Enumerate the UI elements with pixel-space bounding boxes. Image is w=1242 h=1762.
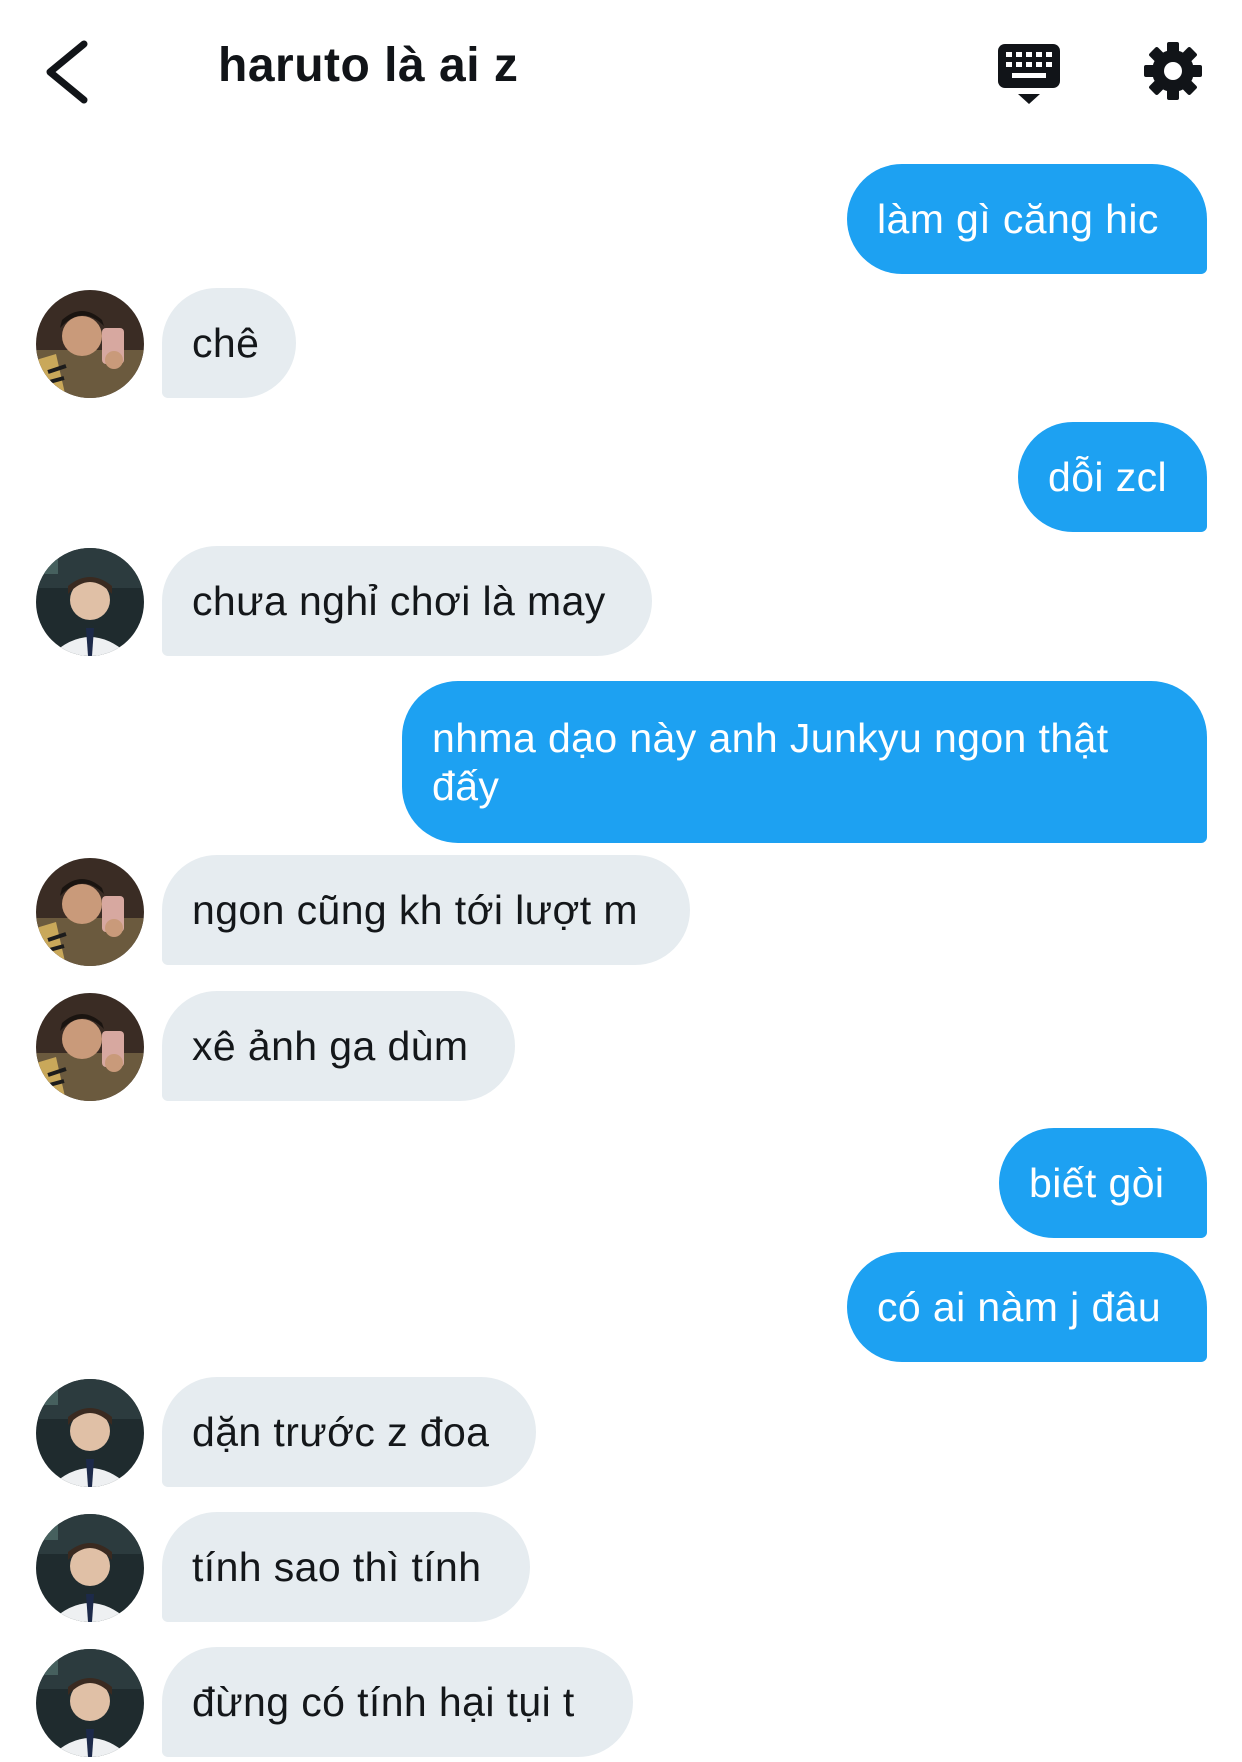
message-text: có ai nàm j đâu (877, 1284, 1162, 1330)
message-bubble-outgoing[interactable]: làm gì căng hic (847, 164, 1207, 274)
message-bubble-outgoing[interactable]: có ai nàm j đâu (847, 1252, 1207, 1362)
avatar-photo-b (36, 1649, 144, 1757)
avatar[interactable] (36, 548, 144, 656)
avatar-photo-b (36, 548, 144, 656)
keyboard-button[interactable] (996, 42, 1062, 108)
message-bubble-outgoing[interactable]: biết gòi (999, 1128, 1207, 1238)
avatar[interactable] (36, 290, 144, 398)
settings-button[interactable] (1142, 40, 1204, 102)
back-button[interactable] (40, 36, 100, 108)
message-bubble-outgoing[interactable]: dỗi zcl (1018, 422, 1207, 532)
avatar[interactable] (36, 1514, 144, 1622)
message-text: xê ảnh ga dùm (192, 1023, 469, 1069)
message-text: chê (192, 320, 260, 366)
message-text: tính sao thì tính (192, 1544, 482, 1590)
avatar-photo-b (36, 1379, 144, 1487)
message-text: chưa nghỉ chơi là may (192, 578, 606, 624)
message-bubble-outgoing[interactable]: nhma dạo này anh Junkyu ngon thật đấy (402, 681, 1207, 843)
message-text: nhma dạo này anh Junkyu ngon thật đấy (432, 715, 1109, 809)
keyboard-icon (998, 44, 1060, 104)
message-text: dặn trước z đoa (192, 1409, 490, 1455)
message-text: dỗi zcl (1048, 454, 1168, 500)
avatar-photo-b (36, 1514, 144, 1622)
avatar-photo-a (36, 858, 144, 966)
message-text: làm gì căng hic (877, 196, 1159, 242)
message-bubble-incoming[interactable]: ngon cũng kh tới lượt m (162, 855, 690, 965)
message-bubble-incoming[interactable]: dặn trước z đoa (162, 1377, 536, 1487)
avatar-photo-a (36, 993, 144, 1101)
message-text: biết gòi (1029, 1160, 1165, 1206)
message-bubble-incoming[interactable]: đừng có tính hại tụi t (162, 1647, 633, 1757)
conversation-header: haruto là ai z (0, 0, 1242, 140)
message-text: đừng có tính hại tụi t (192, 1679, 575, 1725)
avatar-photo-a (36, 290, 144, 398)
message-bubble-incoming[interactable]: chưa nghỉ chơi là may (162, 546, 652, 656)
message-bubble-incoming[interactable]: xê ảnh ga dùm (162, 991, 515, 1101)
conversation-title: haruto là ai z (218, 39, 519, 92)
avatar[interactable] (36, 858, 144, 966)
message-text: ngon cũng kh tới lượt m (192, 887, 638, 933)
message-bubble-incoming[interactable]: chê (162, 288, 296, 398)
avatar[interactable] (36, 993, 144, 1101)
chevron-left-icon (46, 40, 88, 104)
gear-icon (1144, 42, 1202, 100)
message-bubble-incoming[interactable]: tính sao thì tính (162, 1512, 530, 1622)
avatar[interactable] (36, 1379, 144, 1487)
avatar[interactable] (36, 1649, 144, 1757)
